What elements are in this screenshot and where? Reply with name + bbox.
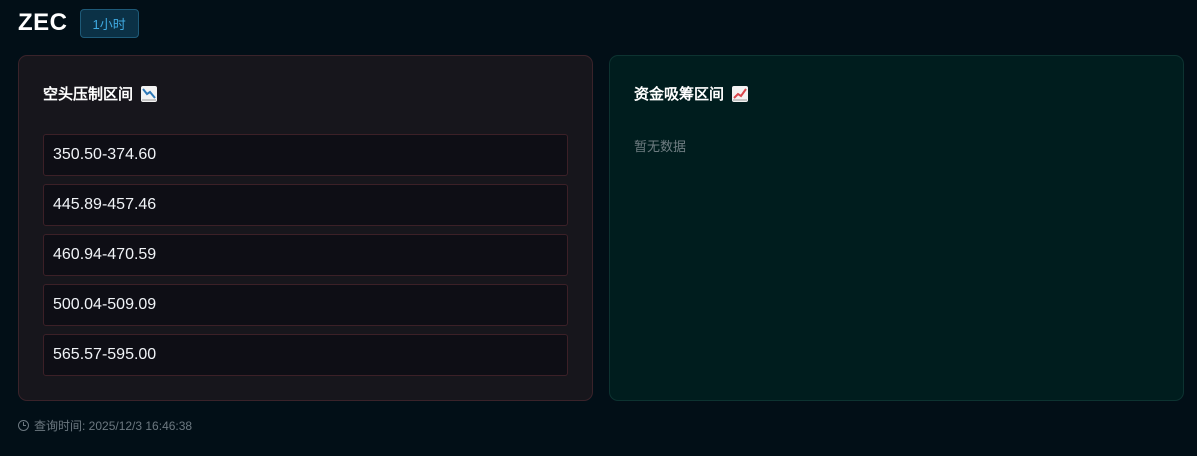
- short-zone-list: 350.50-374.60 445.89-457.46 460.94-470.5…: [43, 134, 568, 376]
- query-time-text: 查询时间: 2025/12/3 16:46:38: [34, 419, 193, 433]
- short-zone-item: 500.04-509.09: [43, 284, 568, 326]
- short-zone-item: 445.89-457.46: [43, 184, 568, 226]
- short-pressure-title-label: 空头压制区间: [43, 86, 134, 103]
- clock-icon: [18, 420, 29, 431]
- accumulation-title-label: 资金吸筹区间: [634, 86, 725, 103]
- short-pressure-panel: 空头压制区间 350.50-374.60 445.89-457.46 460.9…: [18, 55, 593, 401]
- timeframe-button[interactable]: 1小时: [79, 8, 139, 38]
- symbol-title: ZEC: [18, 9, 68, 36]
- short-pressure-title: 空头压制区间: [43, 83, 158, 104]
- chart-increasing-icon: [732, 85, 749, 102]
- empty-state-text: 暂无数据: [634, 139, 687, 154]
- accumulation-title: 资金吸筹区间: [634, 83, 749, 104]
- short-zone-item: 460.94-470.59: [43, 234, 568, 276]
- chart-decreasing-icon: [141, 85, 158, 102]
- short-zone-item: 565.57-595.00: [43, 334, 568, 376]
- short-zone-item: 350.50-374.60: [43, 134, 568, 176]
- accumulation-panel: 资金吸筹区间 暂无数据: [609, 55, 1184, 401]
- query-time-footer: 查询时间: 2025/12/3 16:46:38: [18, 417, 192, 434]
- header: ZEC 1小时: [18, 8, 139, 38]
